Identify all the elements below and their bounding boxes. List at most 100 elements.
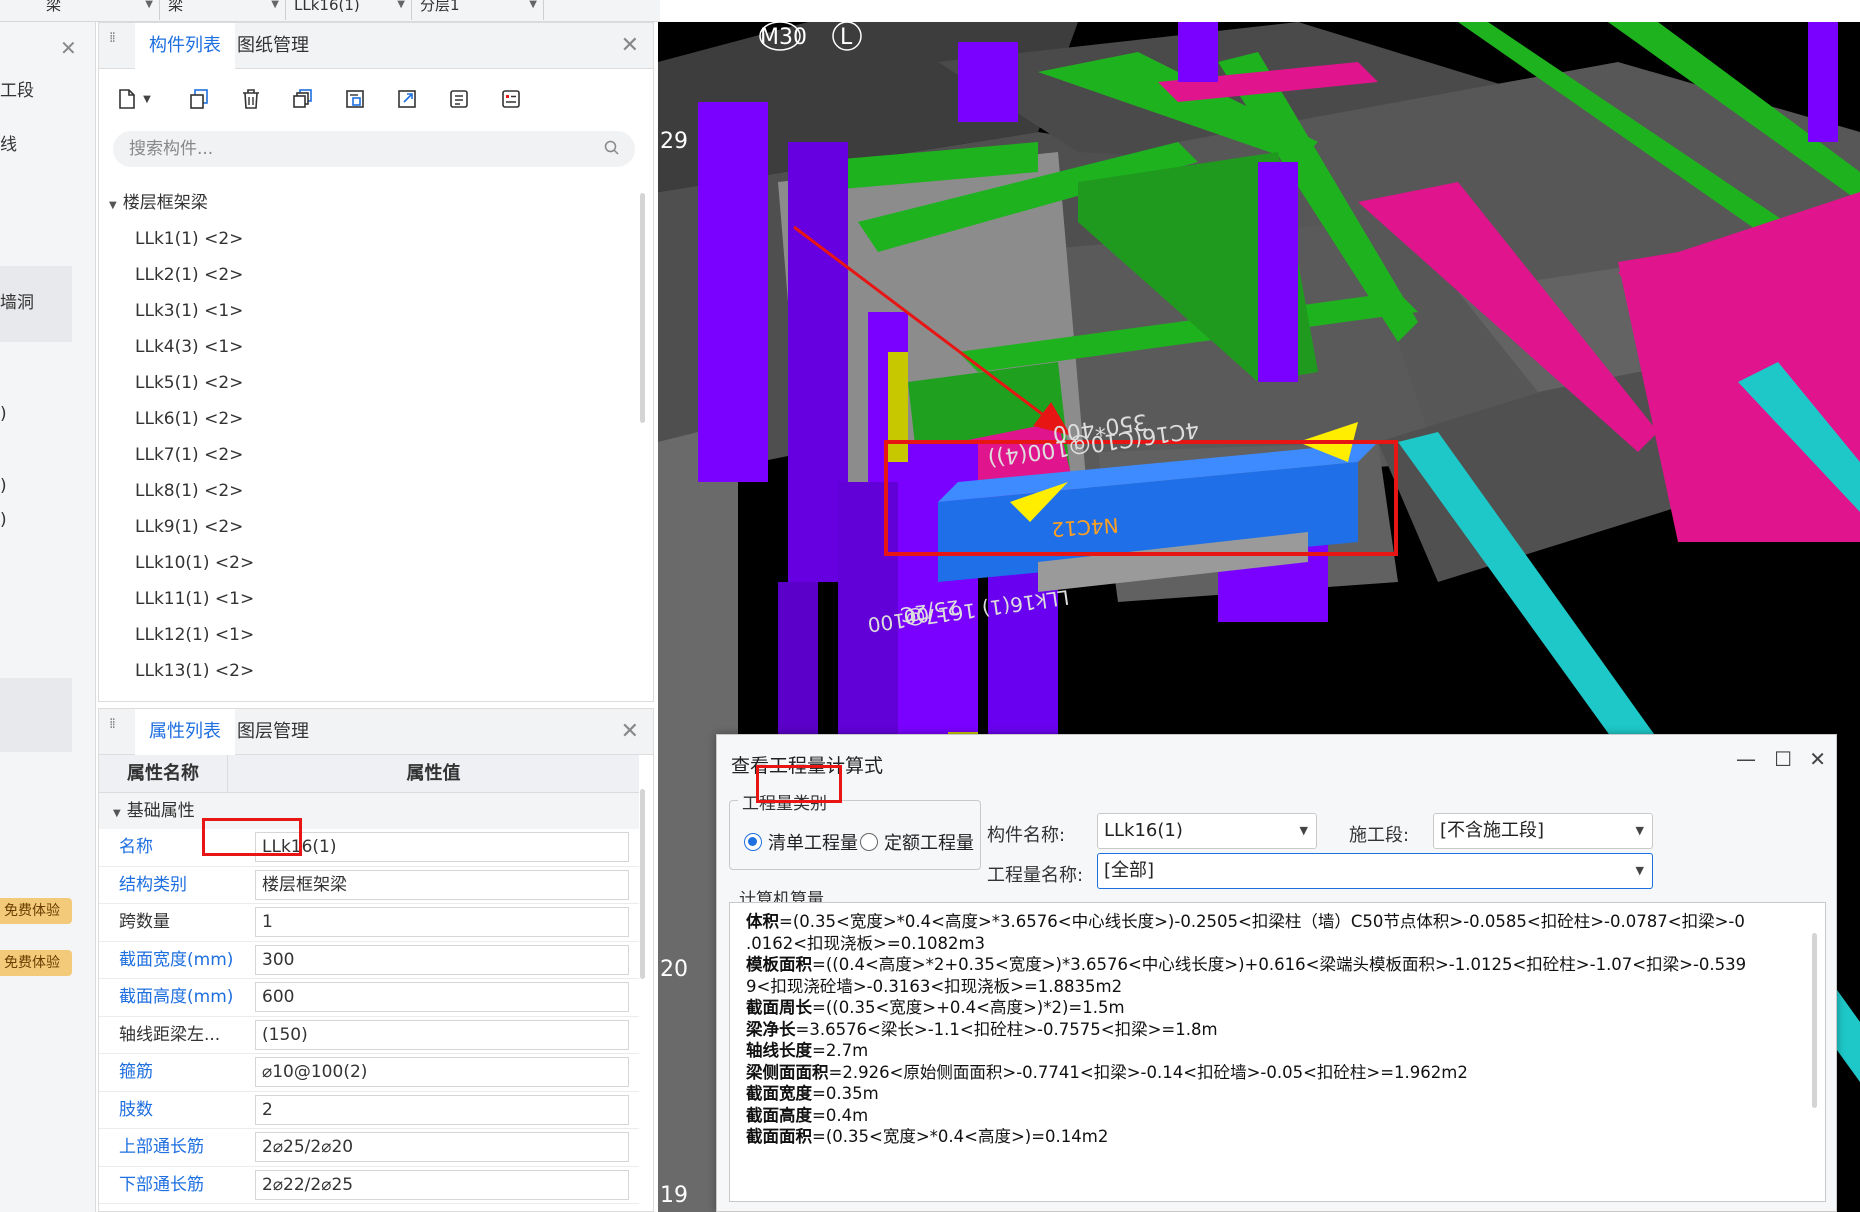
close-icon[interactable]: ✕ bbox=[1809, 747, 1826, 771]
minimize-icon[interactable]: — bbox=[1736, 747, 1756, 771]
property-name[interactable]: 截面高度(mm) bbox=[99, 979, 251, 1016]
component-name-select[interactable]: LLk16(1) ▼ bbox=[1097, 813, 1317, 849]
tree-item[interactable]: LLk3(1) <1> bbox=[99, 293, 639, 329]
table-list-icon bbox=[502, 90, 520, 108]
property-row: 肢数 2 bbox=[99, 1092, 639, 1129]
nav-item[interactable]: ) bbox=[0, 476, 7, 496]
export-button[interactable] bbox=[385, 79, 429, 119]
tree-item[interactable]: LLk13(1) <2> bbox=[99, 653, 639, 689]
formula-text: =2.7m bbox=[812, 1041, 869, 1060]
nav-item[interactable]: ) bbox=[0, 404, 7, 424]
formula-lines: 体积=(0.35<宽度>*0.4<高度>*3.6576<中心线长度>)-0.25… bbox=[730, 903, 1825, 1148]
tab-component-list[interactable]: 构件列表 bbox=[135, 23, 235, 69]
property-value-cell: 2⌀25/2⌀20 bbox=[251, 1129, 639, 1166]
scrollbar[interactable] bbox=[1812, 933, 1817, 1108]
maximize-icon[interactable]: ☐ bbox=[1774, 747, 1792, 771]
tree-item[interactable]: LLk5(1) <2> bbox=[99, 365, 639, 401]
formula-key: 轴线长度 bbox=[746, 1041, 812, 1060]
property-value-input[interactable]: 2⌀25/2⌀20 bbox=[255, 1132, 629, 1162]
nav-item[interactable]: 墙洞 bbox=[0, 288, 34, 313]
property-value-input[interactable]: 600 bbox=[255, 982, 629, 1012]
formula-key: 截面周长 bbox=[746, 998, 812, 1017]
free-trial-badge[interactable]: 免费体验 bbox=[0, 950, 72, 976]
stage-select[interactable]: [不含施工段] ▼ bbox=[1433, 813, 1653, 849]
property-value-input[interactable]: 2 bbox=[255, 1094, 629, 1125]
free-trial-badge[interactable]: 免费体验 bbox=[0, 898, 72, 924]
tree-item[interactable]: LLk9(1) <2> bbox=[99, 509, 639, 545]
radio-checked-icon bbox=[744, 833, 762, 851]
import-button[interactable] bbox=[333, 79, 377, 119]
tree-item[interactable]: LLk7(1) <2> bbox=[99, 437, 639, 473]
import-icon bbox=[346, 90, 364, 108]
property-value-input[interactable]: 1 bbox=[255, 907, 629, 937]
close-icon[interactable]: ✕ bbox=[621, 33, 639, 58]
tree-item[interactable]: LLk11(1) <1> bbox=[99, 581, 639, 617]
highlight-box bbox=[756, 765, 842, 803]
copy-to-floor-button[interactable] bbox=[281, 79, 325, 119]
new-component-button[interactable]: ▼ bbox=[111, 79, 155, 119]
tree-item[interactable]: LLk2(1) <2> bbox=[99, 257, 639, 293]
property-name[interactable]: 肢数 bbox=[99, 1092, 251, 1129]
radio-quota-quantity[interactable]: 定额工程量 bbox=[860, 829, 974, 855]
search-input[interactable]: 搜索构件... bbox=[113, 131, 635, 167]
tab-property-list[interactable]: 属性列表 bbox=[135, 709, 235, 755]
sort-button[interactable] bbox=[437, 79, 481, 119]
property-value-input[interactable]: LLk16(1) bbox=[255, 832, 629, 862]
quantity-name-select[interactable]: [全部] ▼ bbox=[1097, 853, 1653, 889]
close-icon[interactable]: ✕ bbox=[621, 719, 639, 744]
tab-drawing-management[interactable]: 图纸管理 bbox=[223, 23, 323, 69]
scrollbar[interactable] bbox=[640, 789, 645, 979]
element-name-combo[interactable]: LLk16(1) ▼ bbox=[288, 0, 412, 20]
tree-item[interactable]: LLk14(1) <2> bbox=[99, 689, 639, 695]
tree-item[interactable]: LLk6(1) <2> bbox=[99, 401, 639, 437]
tree-item[interactable]: LLk8(1) <2> bbox=[99, 473, 639, 509]
formula-line: 截面面积=(0.35<宽度>*0.4<高度>)=0.14m2 bbox=[730, 1126, 1825, 1148]
property-value-input[interactable]: 2⌀22/2⌀25 bbox=[255, 1169, 629, 1200]
tree-item[interactable]: LLk4(3) <1> bbox=[99, 329, 639, 365]
property-value-input[interactable]: 楼层框架梁 bbox=[255, 869, 629, 900]
formula-text-area[interactable]: 体积=(0.35<宽度>*0.4<高度>*3.6576<中心线长度>)-0.25… bbox=[729, 902, 1826, 1202]
copy-button[interactable] bbox=[177, 79, 221, 119]
chevron-down-icon: ▼ bbox=[271, 0, 279, 10]
purple-column bbox=[1808, 22, 1838, 142]
highlight-box bbox=[202, 818, 302, 856]
scrollbar[interactable] bbox=[640, 193, 645, 423]
property-value-cell: 600 bbox=[251, 979, 639, 1016]
nav-item[interactable]: 线 bbox=[0, 130, 17, 155]
tree-item[interactable]: LLk1(1) <2> bbox=[99, 221, 639, 257]
nav-item[interactable]: ) bbox=[0, 510, 7, 530]
nav-item[interactable]: 工段 bbox=[0, 76, 34, 101]
property-row: 轴线距梁左... (150) bbox=[99, 1017, 639, 1054]
property-name[interactable]: 截面宽度(mm) bbox=[99, 942, 251, 979]
layer-combo[interactable]: 分层1 ▼ bbox=[414, 0, 544, 20]
property-section[interactable]: ▼ 基础属性 bbox=[99, 793, 639, 829]
close-icon[interactable]: ✕ bbox=[60, 36, 77, 60]
nav-item-selected[interactable] bbox=[0, 678, 72, 752]
tree-item[interactable]: LLk12(1) <1> bbox=[99, 617, 639, 653]
beam-rebar-label-3: 00 bbox=[902, 602, 931, 629]
chevron-down-icon: ▼ bbox=[397, 0, 405, 10]
formula-text: =(0.35<宽度>*0.4<高度>*3.6576<中心线长度>)-0.2505… bbox=[779, 912, 1745, 931]
purple-column bbox=[1178, 22, 1218, 82]
property-name[interactable]: 箍筋 bbox=[99, 1054, 251, 1091]
property-name[interactable]: 上部通长筋 bbox=[99, 1129, 251, 1166]
delete-button[interactable] bbox=[229, 79, 273, 119]
tab-layer-management[interactable]: 图层管理 bbox=[223, 709, 323, 755]
property-value-input[interactable]: (150) bbox=[255, 1019, 629, 1050]
component-list-panel: ⁞⁞ 构件列表 图纸管理 ✕ ▼ 搜索构件... ▼ 楼层框架梁 LLk1(1)… bbox=[98, 22, 654, 702]
radio-bill-quantity[interactable]: 清单工程量 bbox=[744, 829, 858, 855]
element-type-combo[interactable]: 梁 ▼ bbox=[162, 0, 286, 20]
floor-type-combo[interactable]: 梁 ▼ bbox=[40, 0, 160, 20]
property-name[interactable]: 结构类别 bbox=[99, 867, 251, 904]
property-name[interactable]: 下部通长筋 bbox=[99, 1167, 251, 1204]
property-value-input[interactable]: ⌀10@100(2) bbox=[255, 1057, 629, 1087]
filter-button[interactable] bbox=[489, 79, 533, 119]
drag-grip-icon[interactable]: ⁞⁞ bbox=[109, 717, 119, 741]
tree-group[interactable]: ▼ 楼层框架梁 bbox=[99, 185, 639, 221]
formula-key: 体积 bbox=[746, 912, 779, 931]
tree-item[interactable]: LLk10(1) <2> bbox=[99, 545, 639, 581]
property-value-input[interactable]: 300 bbox=[255, 944, 629, 975]
drag-grip-icon[interactable]: ⁞⁞ bbox=[109, 31, 119, 55]
property-row: 下部通长筋 2⌀22/2⌀25 bbox=[99, 1167, 639, 1204]
formula-text: =((0.35<宽度>+0.4<高度>)*2)=1.5m bbox=[812, 998, 1125, 1017]
